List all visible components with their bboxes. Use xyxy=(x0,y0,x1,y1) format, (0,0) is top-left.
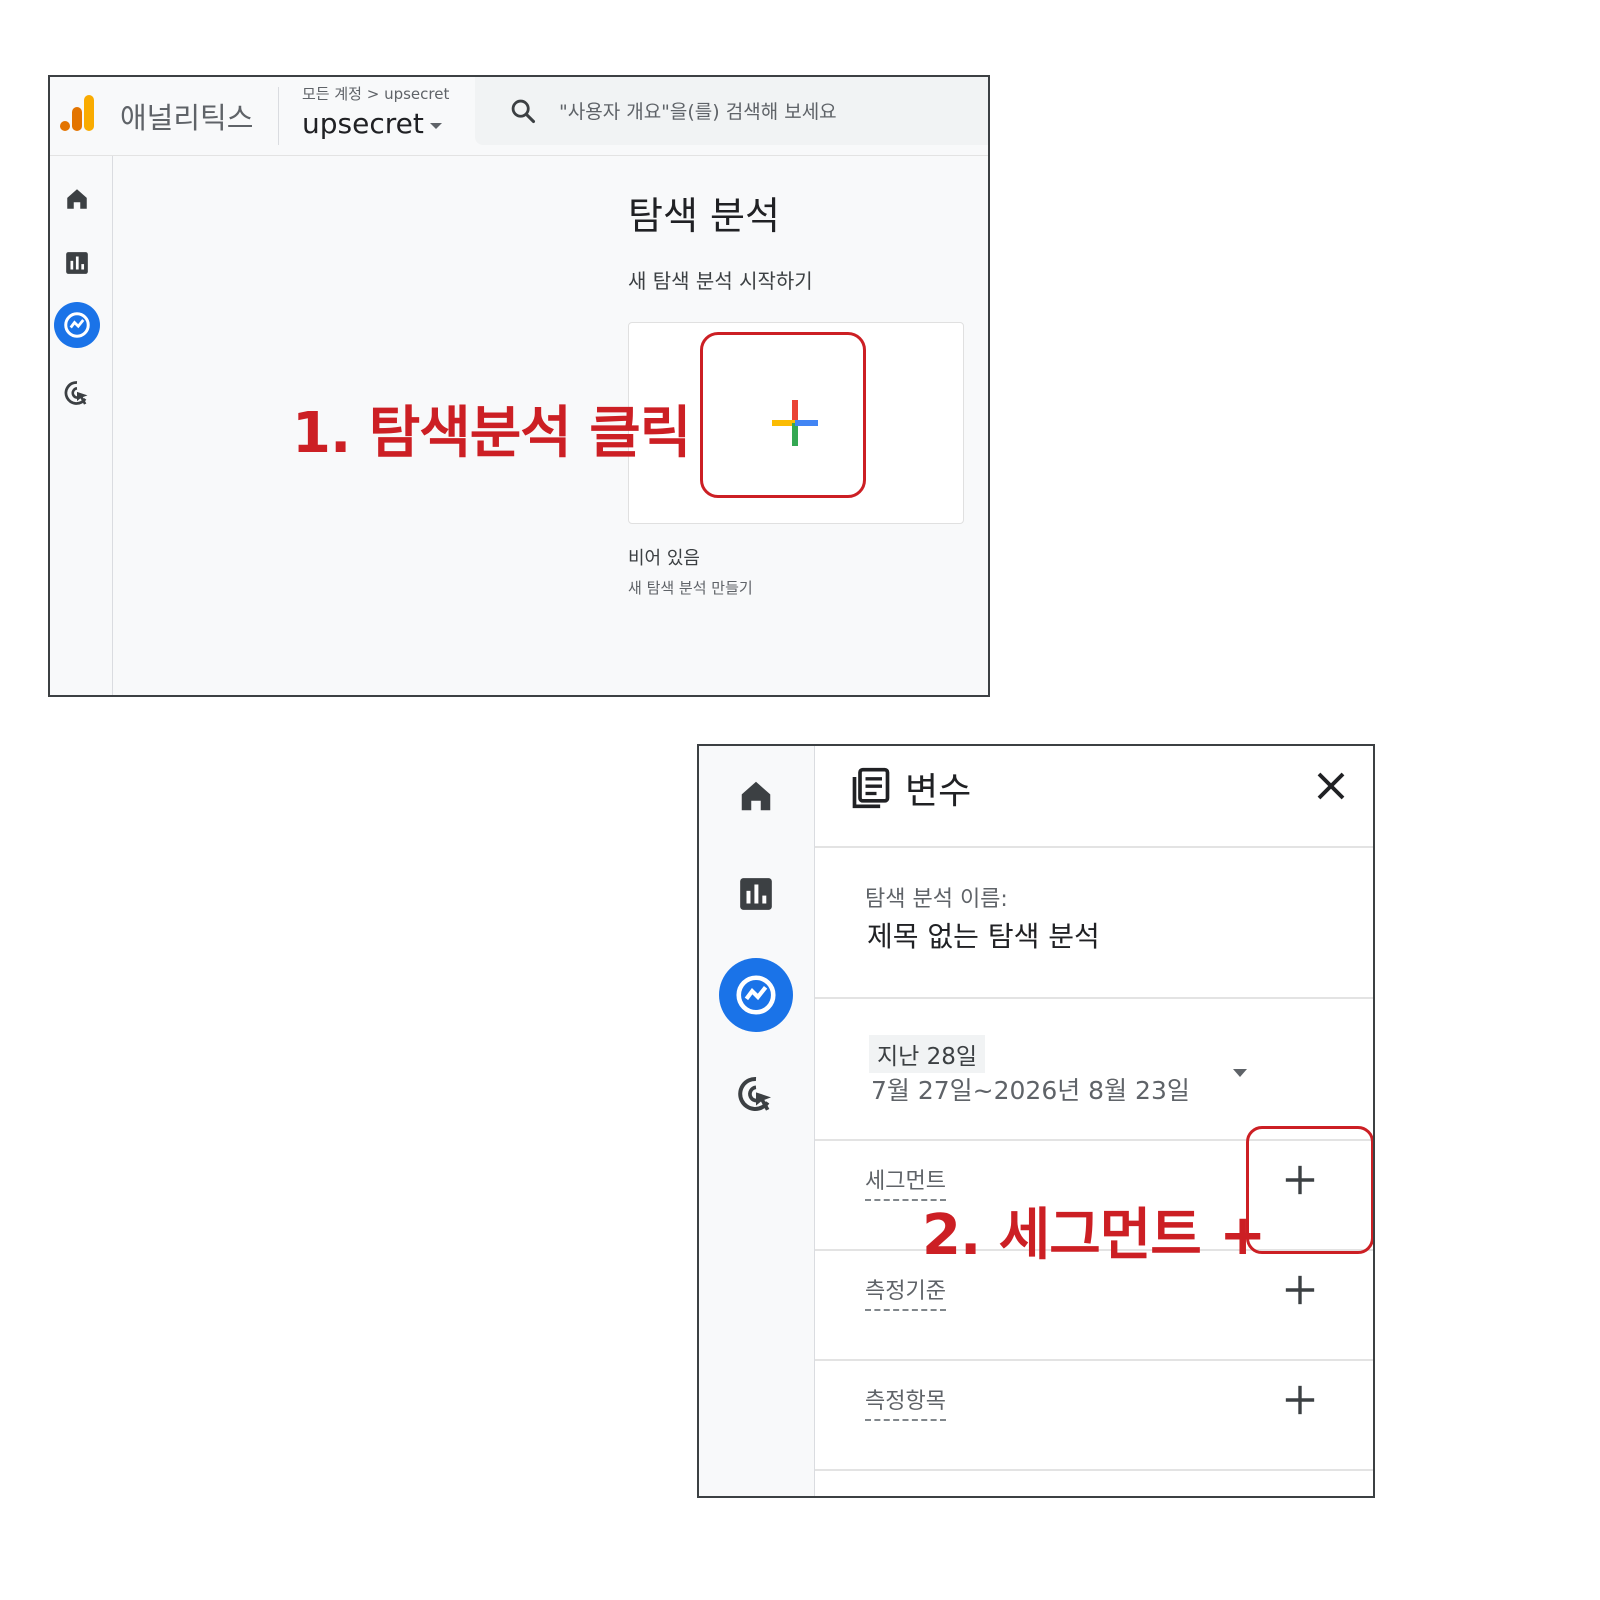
add-metric-plus-icon[interactable] xyxy=(1283,1383,1317,1417)
exploration-name-input[interactable]: 제목 없는 탐색 분석 xyxy=(867,915,1100,955)
metrics-label: 측정항목 xyxy=(865,1383,946,1421)
variables-list-icon xyxy=(852,767,890,809)
nav-explore[interactable] xyxy=(54,302,100,348)
analytics-logo-icon xyxy=(60,95,94,131)
metrics-section: 측정항목 xyxy=(815,1361,1373,1471)
date-range-section[interactable]: 지난 28일 7월 27일~2026년 8월 23일 xyxy=(815,999,1373,1141)
breadcrumb[interactable]: 모든 계정 > upsecret xyxy=(302,83,449,104)
reports-icon xyxy=(66,252,88,274)
page-title: 탐색 분석 xyxy=(628,194,780,238)
account-name: upsecret xyxy=(302,107,424,140)
chevron-down-icon xyxy=(429,122,442,129)
search-bar[interactable]: "사용자 개요"을(를) 검색해 보세요 xyxy=(475,77,988,145)
nav-home[interactable] xyxy=(62,184,92,214)
dimensions-label: 측정기준 xyxy=(865,1273,946,1311)
start-new-label: 새 탐색 분석 시작하기 xyxy=(628,269,813,293)
reports-icon xyxy=(740,878,772,910)
add-dimension-plus-icon[interactable] xyxy=(1283,1273,1317,1307)
nav-advertising[interactable] xyxy=(62,378,92,408)
variables-panel-screen: 변수 탐색 분석 이름: 제목 없는 탐색 분석 지난 28일 7월 27일~2… xyxy=(697,744,1375,1498)
analytics-explore-screen: 애널리틱스 모든 계정 > upsecret upsecret "사용자 개요"… xyxy=(48,75,990,697)
left-nav-rail xyxy=(50,156,113,695)
search-placeholder: "사용자 개요"을(를) 검색해 보세요 xyxy=(559,101,837,123)
empty-subtitle: 새 탐색 분석 만들기 xyxy=(628,579,753,597)
nav-home[interactable] xyxy=(736,776,776,816)
close-icon[interactable] xyxy=(1313,768,1349,804)
left-nav-rail xyxy=(699,746,815,1496)
variables-header: 변수 xyxy=(815,746,1373,848)
highlight-box xyxy=(700,332,866,498)
search-icon xyxy=(511,99,536,124)
chevron-down-icon[interactable] xyxy=(1233,1069,1247,1077)
date-range-value: 7월 27일~2026년 8월 23일 xyxy=(871,1076,1190,1105)
exploration-name-label: 탐색 분석 이름: xyxy=(865,887,1008,912)
nav-explore[interactable] xyxy=(719,958,793,1032)
nav-reports[interactable] xyxy=(736,874,776,914)
top-app-bar: 애널리틱스 모든 계정 > upsecret upsecret "사용자 개요"… xyxy=(50,77,988,156)
empty-title: 비어 있음 xyxy=(628,548,700,569)
home-icon xyxy=(67,189,87,209)
nav-reports[interactable] xyxy=(62,248,92,278)
advertising-icon xyxy=(64,381,88,405)
product-name: 애널리틱스 xyxy=(120,101,254,135)
annotation-step-2: 2. 세그먼트 + xyxy=(922,1203,1266,1268)
explore-icon xyxy=(64,312,90,338)
exploration-name-section: 탐색 분석 이름: 제목 없는 탐색 분석 xyxy=(815,847,1373,999)
account-selector[interactable]: upsecret xyxy=(302,107,442,140)
explore-icon xyxy=(736,975,776,1015)
divider xyxy=(278,87,279,145)
nav-advertising[interactable] xyxy=(736,1074,776,1114)
date-preset-chip: 지난 28일 xyxy=(869,1035,986,1073)
home-icon xyxy=(741,781,771,811)
advertising-icon xyxy=(738,1076,771,1111)
panel-title: 변수 xyxy=(905,771,972,812)
annotation-step-1: 1. 탐색분석 클릭 xyxy=(292,401,691,466)
